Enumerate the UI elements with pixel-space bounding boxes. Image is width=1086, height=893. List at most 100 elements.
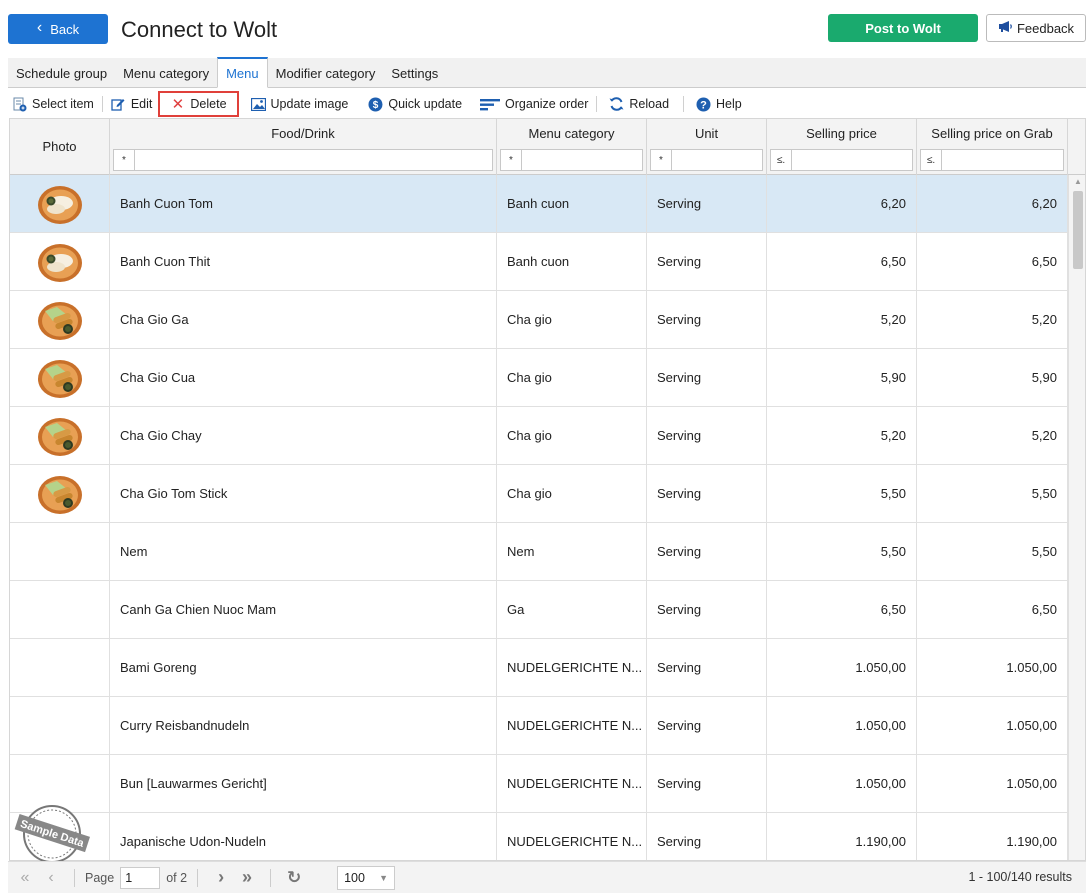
table-row[interactable]: Japanische Udon-Nudeln NUDELGERICHTE N...… xyxy=(10,813,1068,860)
delete-label: Delete xyxy=(190,97,227,111)
svg-text:?: ? xyxy=(700,99,707,111)
filter-operator-button[interactable]: ≤. xyxy=(920,149,942,171)
back-button[interactable]: ‹ Back xyxy=(8,14,108,44)
food-thumbnail xyxy=(31,297,89,343)
column-header-photo[interactable]: Photo xyxy=(10,119,110,175)
reload-button[interactable]: Reload xyxy=(603,92,675,116)
category-cell: Cha gio xyxy=(497,349,647,406)
update-image-button[interactable]: Update image xyxy=(245,92,355,116)
unit-cell: Serving xyxy=(647,349,767,406)
unit-cell: Serving xyxy=(647,755,767,812)
column-header-price[interactable]: Selling price ≤. xyxy=(767,119,917,175)
table-row[interactable]: Canh Ga Chien Nuoc Mam Ga Serving 6,50 6,50 xyxy=(10,581,1068,639)
sample-data-stamp: Sample Data xyxy=(13,800,91,863)
price-filter-input[interactable] xyxy=(792,149,913,171)
table-row[interactable]: Banh Cuon Tom Banh cuon Serving 6,20 6,20 xyxy=(10,175,1068,233)
filter-operator-button[interactable]: * xyxy=(500,149,522,171)
select-item-button[interactable]: Select item xyxy=(8,92,100,116)
photo-cell xyxy=(10,697,110,754)
category-cell: Cha gio xyxy=(497,291,647,348)
price-grab-cell: 6,20 xyxy=(917,175,1068,232)
quick-update-button[interactable]: $ Quick update xyxy=(362,92,468,116)
results-count: 1 - 100/140 results xyxy=(968,870,1072,884)
column-header-unit[interactable]: Unit * xyxy=(647,119,767,175)
select-item-label: Select item xyxy=(32,97,94,111)
organize-order-button[interactable]: Organize order xyxy=(474,92,594,116)
table-row[interactable]: Bun [Lauwarmes Gericht] NUDELGERICHTE N..… xyxy=(10,755,1068,813)
unit-cell: Serving xyxy=(647,175,767,232)
scrollbar-thumb[interactable] xyxy=(1073,191,1083,269)
vertical-scrollbar[interactable]: ▲ xyxy=(1068,175,1085,860)
edit-button[interactable]: Edit xyxy=(105,92,159,116)
column-header-price-grab[interactable]: Selling price on Grab ≤. xyxy=(917,119,1068,175)
table-row[interactable]: Cha Gio Cua Cha gio Serving 5,90 5,90 xyxy=(10,349,1068,407)
photo-cell xyxy=(10,291,110,348)
help-icon: ? xyxy=(696,97,711,112)
price-cell: 5,50 xyxy=(767,465,917,522)
table-row[interactable]: Nem Nem Serving 5,50 5,50 xyxy=(10,523,1068,581)
table-row[interactable]: Cha Gio Tom Stick Cha gio Serving 5,50 5,50 xyxy=(10,465,1068,523)
prev-page-icon[interactable]: ‹ xyxy=(38,869,64,887)
megaphone-icon xyxy=(998,20,1013,36)
filter-operator-button[interactable]: * xyxy=(113,149,135,171)
column-header-category[interactable]: Menu category * xyxy=(497,119,647,175)
category-cell: Nem xyxy=(497,523,647,580)
sort-lines-icon xyxy=(480,97,501,112)
tab-menu[interactable]: Menu xyxy=(217,57,268,88)
organize-order-label: Organize order xyxy=(505,97,589,111)
toolbar-divider xyxy=(596,96,598,112)
delete-button[interactable]: ✕ Delete xyxy=(158,91,239,117)
price-grab-cell: 1.190,00 xyxy=(917,813,1068,860)
food-cell: Curry Reisbandnudeln xyxy=(110,697,497,754)
tab-modifier-category[interactable]: Modifier category xyxy=(268,59,384,87)
food-cell: Banh Cuon Tom xyxy=(110,175,497,232)
price-grab-filter-input[interactable] xyxy=(942,149,1064,171)
category-cell: Banh cuon xyxy=(497,175,647,232)
price-cell: 1.190,00 xyxy=(767,813,917,860)
scroll-up-icon[interactable]: ▲ xyxy=(1069,177,1085,189)
refresh-page-icon[interactable]: ↻ xyxy=(281,868,307,888)
tab-settings[interactable]: Settings xyxy=(383,59,446,87)
first-page-icon[interactable]: « xyxy=(12,869,38,887)
price-cell: 6,50 xyxy=(767,233,917,290)
help-button[interactable]: ? Help xyxy=(690,92,748,116)
price-grab-cell: 5,20 xyxy=(917,291,1068,348)
table-row[interactable]: Curry Reisbandnudeln NUDELGERICHTE N... Se… xyxy=(10,697,1068,755)
edit-icon xyxy=(111,97,126,112)
post-to-wolt-button[interactable]: Post to Wolt xyxy=(828,14,978,42)
category-filter-input[interactable] xyxy=(522,149,643,171)
feedback-button[interactable]: Feedback xyxy=(986,14,1086,42)
food-filter-input[interactable] xyxy=(135,149,493,171)
page-number-input[interactable]: 1 xyxy=(120,866,161,889)
filter-operator-button[interactable]: * xyxy=(650,149,672,171)
chevron-down-icon: ▼ xyxy=(379,872,389,883)
photo-cell xyxy=(10,639,110,696)
photo-cell xyxy=(10,465,110,522)
tab-menu-category[interactable]: Menu category xyxy=(115,59,217,87)
food-cell: Cha Gio Cua xyxy=(110,349,497,406)
unit-filter-input[interactable] xyxy=(672,149,763,171)
table-row[interactable]: Cha Gio Ga Cha gio Serving 5,20 5,20 xyxy=(10,291,1068,349)
table-row[interactable]: Banh Cuon Thit Banh cuon Serving 6,50 6,50 xyxy=(10,233,1068,291)
food-thumbnail xyxy=(31,181,89,227)
page-size-select[interactable]: 100 ▼ xyxy=(337,865,396,890)
next-page-icon[interactable]: › xyxy=(208,867,234,888)
last-page-icon[interactable]: » xyxy=(234,867,260,888)
column-title-unit: Unit xyxy=(694,126,719,141)
feedback-label: Feedback xyxy=(1016,20,1075,36)
page-title: Connect to Wolt xyxy=(121,17,278,42)
pager-divider xyxy=(197,868,199,887)
category-cell: Cha gio xyxy=(497,465,647,522)
photo-cell xyxy=(10,581,110,638)
price-grab-cell: 5,20 xyxy=(917,407,1068,464)
tab-schedule-group[interactable]: Schedule group xyxy=(8,59,115,87)
price-grab-cell: 5,50 xyxy=(917,523,1068,580)
table-row[interactable]: Bami Goreng NUDELGERICHTE N... Serving 1.05… xyxy=(10,639,1068,697)
filter-operator-button[interactable]: ≤. xyxy=(770,149,792,171)
page-size-value: 100 xyxy=(344,870,365,885)
category-cell: NUDELGERICHTE N... xyxy=(497,639,647,696)
table-row[interactable]: Cha Gio Chay Cha gio Serving 5,20 5,20 xyxy=(10,407,1068,465)
price-cell: 5,50 xyxy=(767,523,917,580)
column-header-food[interactable]: Food/Drink * xyxy=(110,119,497,175)
food-thumbnail xyxy=(31,239,89,285)
